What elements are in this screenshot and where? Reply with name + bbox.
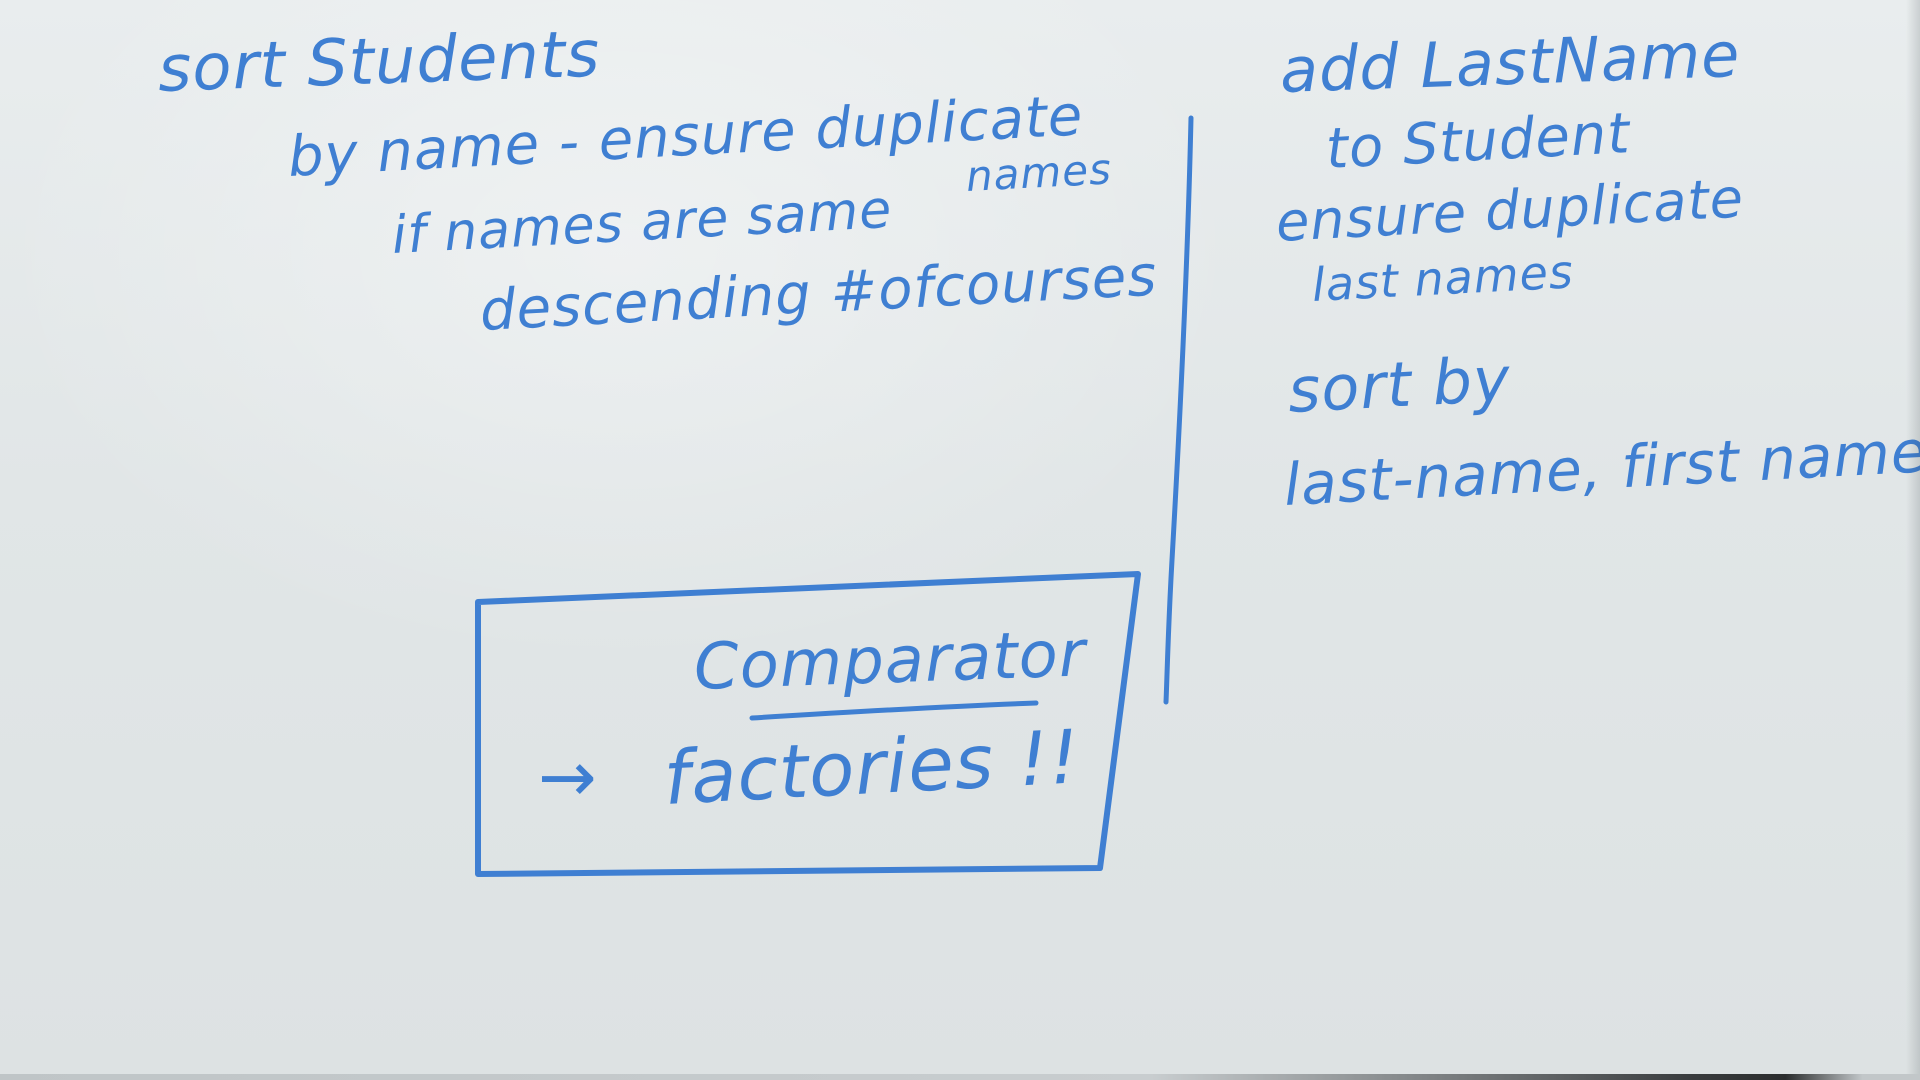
divider-line [1163, 115, 1194, 705]
comparator-heading: Comparator [692, 617, 1088, 705]
right-line-3: ensure duplicate [1274, 166, 1746, 254]
left-line-3: descending #ofcourses [478, 243, 1159, 344]
arrow-icon: → [538, 736, 598, 818]
left-title: sort Students [156, 17, 602, 107]
right-line-5: sort by [1286, 342, 1513, 427]
whiteboard: sort Students by name - ensure duplicate… [0, 0, 1920, 1080]
right-line-1: add LastName [1278, 17, 1742, 107]
factories-text: factories !! [661, 714, 1082, 822]
right-line-4: last names [1310, 244, 1576, 312]
board-bottom-tray [0, 1074, 1920, 1080]
left-line-2: if names are same [390, 179, 894, 266]
board-edge-shadow [1906, 0, 1920, 1080]
left-line-1-cont: names [964, 144, 1114, 201]
comparator-underline [749, 700, 1039, 721]
right-line-2: to Student [1324, 101, 1632, 182]
right-line-6: last-name, first name [1282, 417, 1920, 519]
